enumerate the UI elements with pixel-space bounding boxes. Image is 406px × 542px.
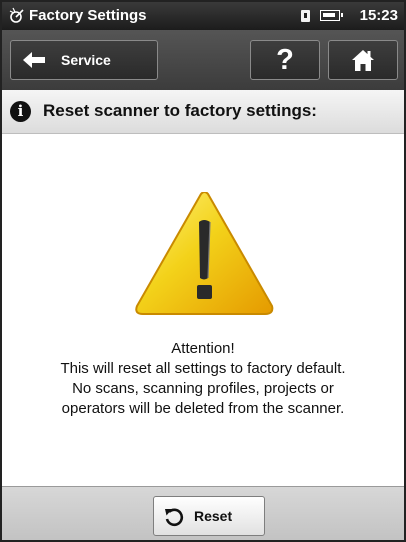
message-line: No scans, scanning profiles, projects or: [72, 380, 334, 397]
battery-icon: [320, 10, 343, 21]
back-arrow-icon: [23, 52, 45, 68]
sd-card-icon: [301, 10, 310, 22]
help-button[interactable]: ?: [250, 40, 320, 80]
reset-button[interactable]: Reset: [153, 496, 265, 536]
back-button[interactable]: Service: [10, 40, 158, 80]
message-line: This will reset all settings to factory …: [60, 360, 346, 377]
reset-icon: [165, 508, 184, 527]
status-bar: Factory Settings 15:23: [2, 2, 404, 30]
device-screen: Factory Settings 15:23 Service ? i Reset…: [0, 0, 406, 542]
bottom-bar: Reset: [2, 486, 404, 540]
scanner-icon: [9, 7, 24, 23]
warning-triangle-icon: [135, 192, 274, 315]
content-area: Attention! This will reset all settings …: [2, 134, 404, 486]
section-title: Reset scanner to factory settings:: [43, 101, 317, 120]
info-icon: i: [10, 101, 31, 122]
home-button[interactable]: [328, 40, 398, 80]
app-title: Factory Settings: [29, 7, 147, 24]
warning-message: Attention! This will reset all settings …: [2, 339, 404, 419]
message-line: operators will be deleted from the scann…: [61, 400, 345, 417]
message-line: Attention!: [171, 340, 235, 357]
toolbar: Service ?: [2, 30, 404, 90]
home-icon: [352, 50, 374, 71]
clock: 15:23: [359, 7, 398, 24]
reset-button-label: Reset: [194, 508, 233, 524]
section-header: i Reset scanner to factory settings:: [2, 90, 404, 134]
back-button-label: Service: [61, 52, 111, 68]
help-icon: ?: [276, 44, 294, 76]
